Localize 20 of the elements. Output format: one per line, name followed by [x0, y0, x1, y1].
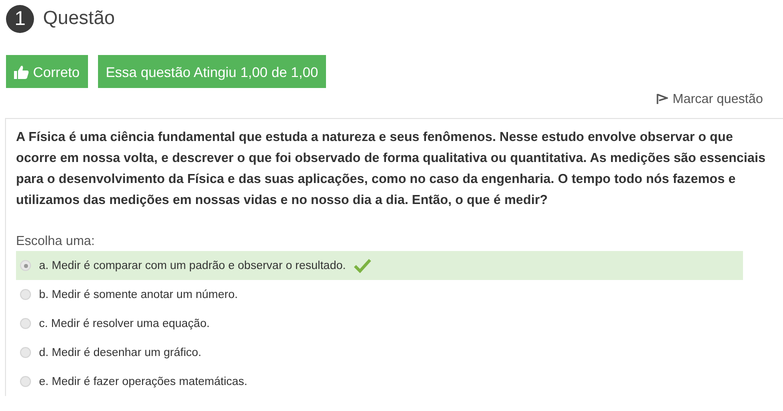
checkmark-icon: [354, 258, 371, 272]
answer-option[interactable]: c. Medir é resolver uma equação.: [39, 318, 210, 330]
thumbs-up-icon: [14, 64, 29, 78]
question-text: A Física é uma ciência fundamental que estuda a natureza e seus fenômenos. Nesse estudo envolve observar o que ocorre em nossa volta, e descrever o que foi observado de forma qualitativa ou quantitativa. As medições são essenciais para o desenvolvimento da Física e das suas aplicações, como no caso da engenharia. O tempo todo nós fazemos e utilizamos das medições em nossas vidas e no nosso dia a dia. Então, o que é medir?: [16, 128, 766, 209]
radio-button[interactable]: [20, 376, 31, 387]
question-number: 1: [6, 5, 34, 33]
answer-option[interactable]: d. Medir é desenhar um gráfico.: [39, 346, 202, 358]
radio-button[interactable]: [20, 318, 31, 329]
answer-option[interactable]: e. Medir é fazer operações matemáticas.: [39, 376, 248, 388]
flag-icon: [656, 92, 668, 104]
status-badge: Correto: [6, 55, 88, 88]
radio-button[interactable]: [20, 347, 31, 358]
radio-button[interactable]: [20, 289, 31, 300]
answer-prompt: Escolha uma:: [16, 233, 96, 250]
answer-option[interactable]: b. Medir é somente anotar um número.: [39, 288, 238, 300]
flag-question-link[interactable]: Marcar questão: [656, 91, 763, 106]
radio-button[interactable]: [20, 260, 31, 271]
grade-badge: Essa questão Atingiu 1,00 de 1,00: [98, 55, 326, 88]
answer-option[interactable]: a. Medir é comparar com um padrão e observar o resultado.: [39, 260, 346, 272]
question-title: Questão: [43, 8, 115, 30]
